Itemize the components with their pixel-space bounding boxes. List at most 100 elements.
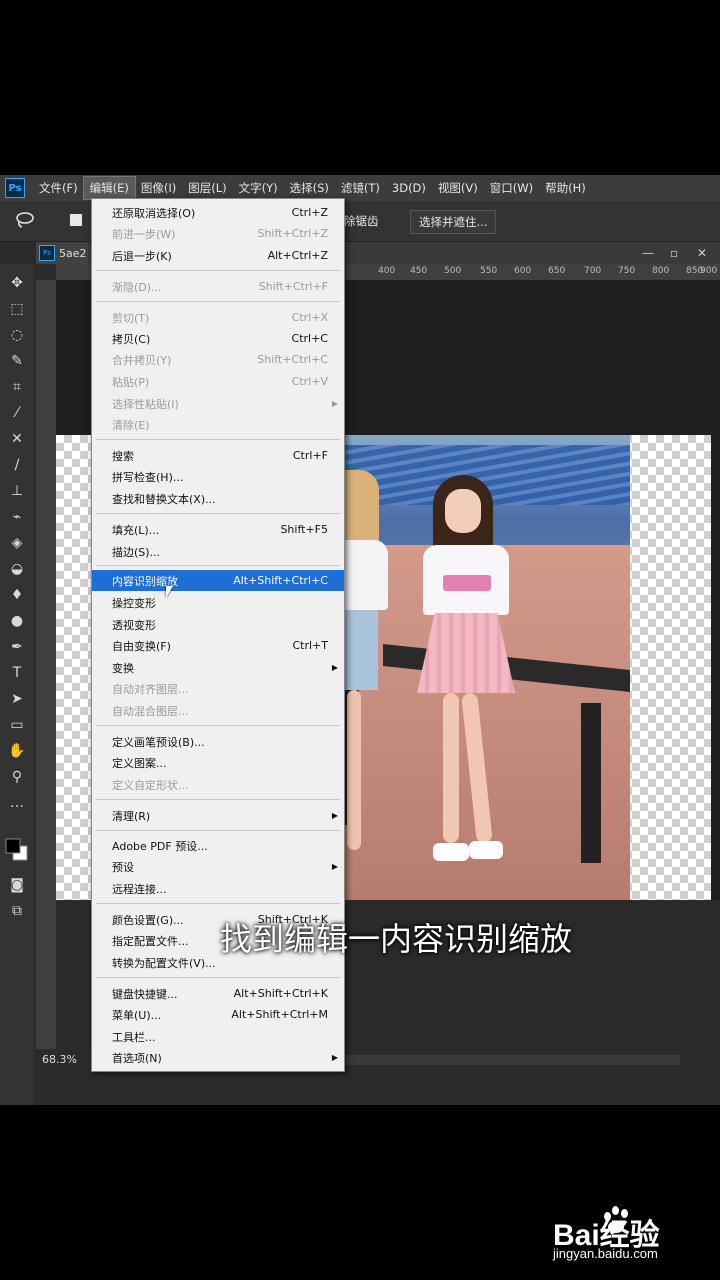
person-main <box>403 475 523 875</box>
rectangle-tool-icon[interactable]: ▭ <box>5 714 29 736</box>
path-select-tool-icon[interactable]: ➤ <box>5 688 29 710</box>
zoom-level[interactable]: 68.3% <box>42 1053 77 1066</box>
menu-item-purge[interactable]: 清理(R) ▶ <box>92 805 344 826</box>
menu-item-check-spelling[interactable]: 拼写检查(H)... <box>92 466 344 487</box>
maximize-icon[interactable]: ▫ <box>660 242 688 264</box>
new-selection-icon[interactable] <box>70 214 82 226</box>
marquee-tool-icon[interactable]: ⬚ <box>5 298 29 320</box>
menu-layer[interactable]: 图层(L) <box>182 177 232 199</box>
brush-tool-icon[interactable]: ∕ <box>5 454 29 476</box>
ruler-tick: 450 <box>410 266 428 276</box>
gradient-tool-icon[interactable]: ◒ <box>5 558 29 580</box>
menu-item-cut[interactable]: 剪切(T) Ctrl+X <box>92 307 344 328</box>
ruler-tick: 500 <box>444 266 462 276</box>
menu-separator <box>96 301 340 302</box>
zoom-tool-icon[interactable]: ⚲ <box>5 766 29 788</box>
horizontal-scrollbar[interactable] <box>340 1055 680 1065</box>
menu-separator <box>96 977 340 978</box>
document-tab[interactable]: Ps 5ae2 <box>36 242 88 264</box>
menu-item-toolbar[interactable]: 工具栏... <box>92 1026 344 1047</box>
ruler-tick: 750 <box>618 266 636 276</box>
ruler-tick: 550 <box>480 266 498 276</box>
menu-item-auto-align[interactable]: 自动对齐图层... <box>92 678 344 699</box>
menu-item-puppet-warp[interactable]: 操控变形 <box>92 592 344 613</box>
lasso-tool-icon[interactable]: ◌ <box>5 324 29 346</box>
dodge-tool-icon[interactable]: ● <box>5 610 29 632</box>
history-brush-icon[interactable]: ⌁ <box>5 506 29 528</box>
eraser-tool-icon[interactable]: ◈ <box>5 532 29 554</box>
menu-help[interactable]: 帮助(H) <box>539 177 592 199</box>
menu-separator <box>96 439 340 440</box>
menu-item-perspective-warp[interactable]: 透视变形 <box>92 614 344 635</box>
menu-item-fill[interactable]: 填充(L)... Shift+F5 <box>92 519 344 540</box>
close-icon[interactable]: ✕ <box>688 242 716 264</box>
menu-select[interactable]: 选择(S) <box>284 177 335 199</box>
menu-item-presets[interactable]: 预设 ▶ <box>92 856 344 877</box>
quick-select-tool-icon[interactable]: ✎ <box>5 350 29 372</box>
more-tools-icon[interactable]: … <box>5 792 29 814</box>
color-swatches-icon[interactable] <box>5 838 29 862</box>
menu-item-remote-connections[interactable]: 远程连接... <box>92 878 344 899</box>
watermark-site: jingyan.baidu.com <box>553 1246 658 1261</box>
menu-item-define-shape[interactable]: 定义自定形状... <box>92 774 344 795</box>
menu-item-define-pattern[interactable]: 定义图案... <box>92 752 344 773</box>
menu-item-transform[interactable]: 变换 ▶ <box>92 657 344 678</box>
crop-tool-icon[interactable]: ⌗ <box>5 376 29 398</box>
menu-item-stroke[interactable]: 描边(S)... <box>92 541 344 562</box>
document-photo <box>343 435 630 900</box>
submenu-arrow-icon: ▶ <box>331 811 338 820</box>
screen-mode-icon[interactable]: ⧉ <box>5 900 29 922</box>
menu-item-free-transform[interactable]: 自由变换(F) Ctrl+T <box>92 635 344 656</box>
hand-tool-icon[interactable]: ✋ <box>5 740 29 762</box>
menu-item-step-forward[interactable]: 前进一步(W) Shift+Ctrl+Z <box>92 223 344 244</box>
blur-tool-icon[interactable]: ♦ <box>5 584 29 606</box>
menu-3d[interactable]: 3D(D) <box>386 177 432 199</box>
menu-item-copy-merged[interactable]: 合并拷贝(Y) Shift+Ctrl+C <box>92 349 344 370</box>
menu-item-fade[interactable]: 渐隐(D)... Shift+Ctrl+F <box>92 276 344 297</box>
menu-separator <box>96 565 340 566</box>
menu-item-pdf-presets[interactable]: Adobe PDF 预设... <box>92 835 344 856</box>
menu-separator <box>96 799 340 800</box>
menu-file[interactable]: 文件(F) <box>33 177 84 199</box>
document-tab-label: 5ae2 <box>59 246 87 260</box>
menu-edit[interactable]: 编辑(E) <box>82 176 136 200</box>
vertical-ruler <box>36 280 56 1055</box>
quick-mask-icon[interactable]: ◙ <box>5 874 29 896</box>
menu-image[interactable]: 图像(I) <box>135 177 182 199</box>
menu-item-clear[interactable]: 清除(E) <box>92 414 344 435</box>
menu-separator <box>96 270 340 271</box>
menu-item-auto-blend[interactable]: 自动混合图层... <box>92 700 344 721</box>
pen-tool-icon[interactable]: ✒ <box>5 636 29 658</box>
menu-item-keyboard-shortcuts[interactable]: 键盘快捷键... Alt+Shift+Ctrl+K <box>92 983 344 1004</box>
select-and-mask-button[interactable]: 选择并遮住... <box>410 210 497 234</box>
menu-item-paste-special[interactable]: 选择性粘贴(I) ▶ <box>92 393 344 414</box>
menu-type[interactable]: 文字(Y) <box>233 177 284 199</box>
minimize-icon[interactable]: — <box>634 242 662 264</box>
menu-separator <box>96 513 340 514</box>
menu-item-define-brush[interactable]: 定义画笔预设(B)... <box>92 731 344 752</box>
menu-item-copy[interactable]: 拷贝(C) Ctrl+C <box>92 328 344 349</box>
ruler-tick: 700 <box>584 266 602 276</box>
menu-item-search[interactable]: 搜索 Ctrl+F <box>92 445 344 466</box>
type-tool-icon[interactable]: T <box>5 662 29 684</box>
ruler-tick: 900 <box>700 266 718 276</box>
move-tool-icon[interactable]: ✥ <box>5 272 29 294</box>
menu-item-paste[interactable]: 粘贴(P) Ctrl+V <box>92 371 344 392</box>
menu-view[interactable]: 视图(V) <box>432 177 484 199</box>
video-subtitle: 找到编辑一内容识别缩放 <box>220 920 573 958</box>
menu-item-step-backward[interactable]: 后退一步(K) Alt+Ctrl+Z <box>92 245 344 266</box>
menu-window[interactable]: 窗口(W) <box>484 177 539 199</box>
stamp-tool-icon[interactable]: ⊥ <box>5 480 29 502</box>
menu-item-content-aware-scale[interactable]: 内容识别缩放 Alt+Shift+Ctrl+C <box>92 570 344 591</box>
lasso-icon[interactable] <box>14 210 38 232</box>
submenu-arrow-icon: ▶ <box>331 399 338 408</box>
menu-item-find-replace[interactable]: 查找和替换文本(X)... <box>92 488 344 509</box>
ruler-tick: 800 <box>652 266 670 276</box>
menu-filter[interactable]: 滤镜(T) <box>335 177 386 199</box>
menu-item-preferences[interactable]: 首选项(N) ▶ <box>92 1047 344 1068</box>
healing-tool-icon[interactable]: ✕ <box>5 428 29 450</box>
menu-item-menus[interactable]: 菜单(U)... Alt+Shift+Ctrl+M <box>92 1004 344 1025</box>
barrier-post <box>581 703 601 863</box>
eyedropper-tool-icon[interactable]: ⁄ <box>5 402 29 424</box>
menu-item-undo[interactable]: 还原取消选择(O) Ctrl+Z <box>92 202 344 223</box>
